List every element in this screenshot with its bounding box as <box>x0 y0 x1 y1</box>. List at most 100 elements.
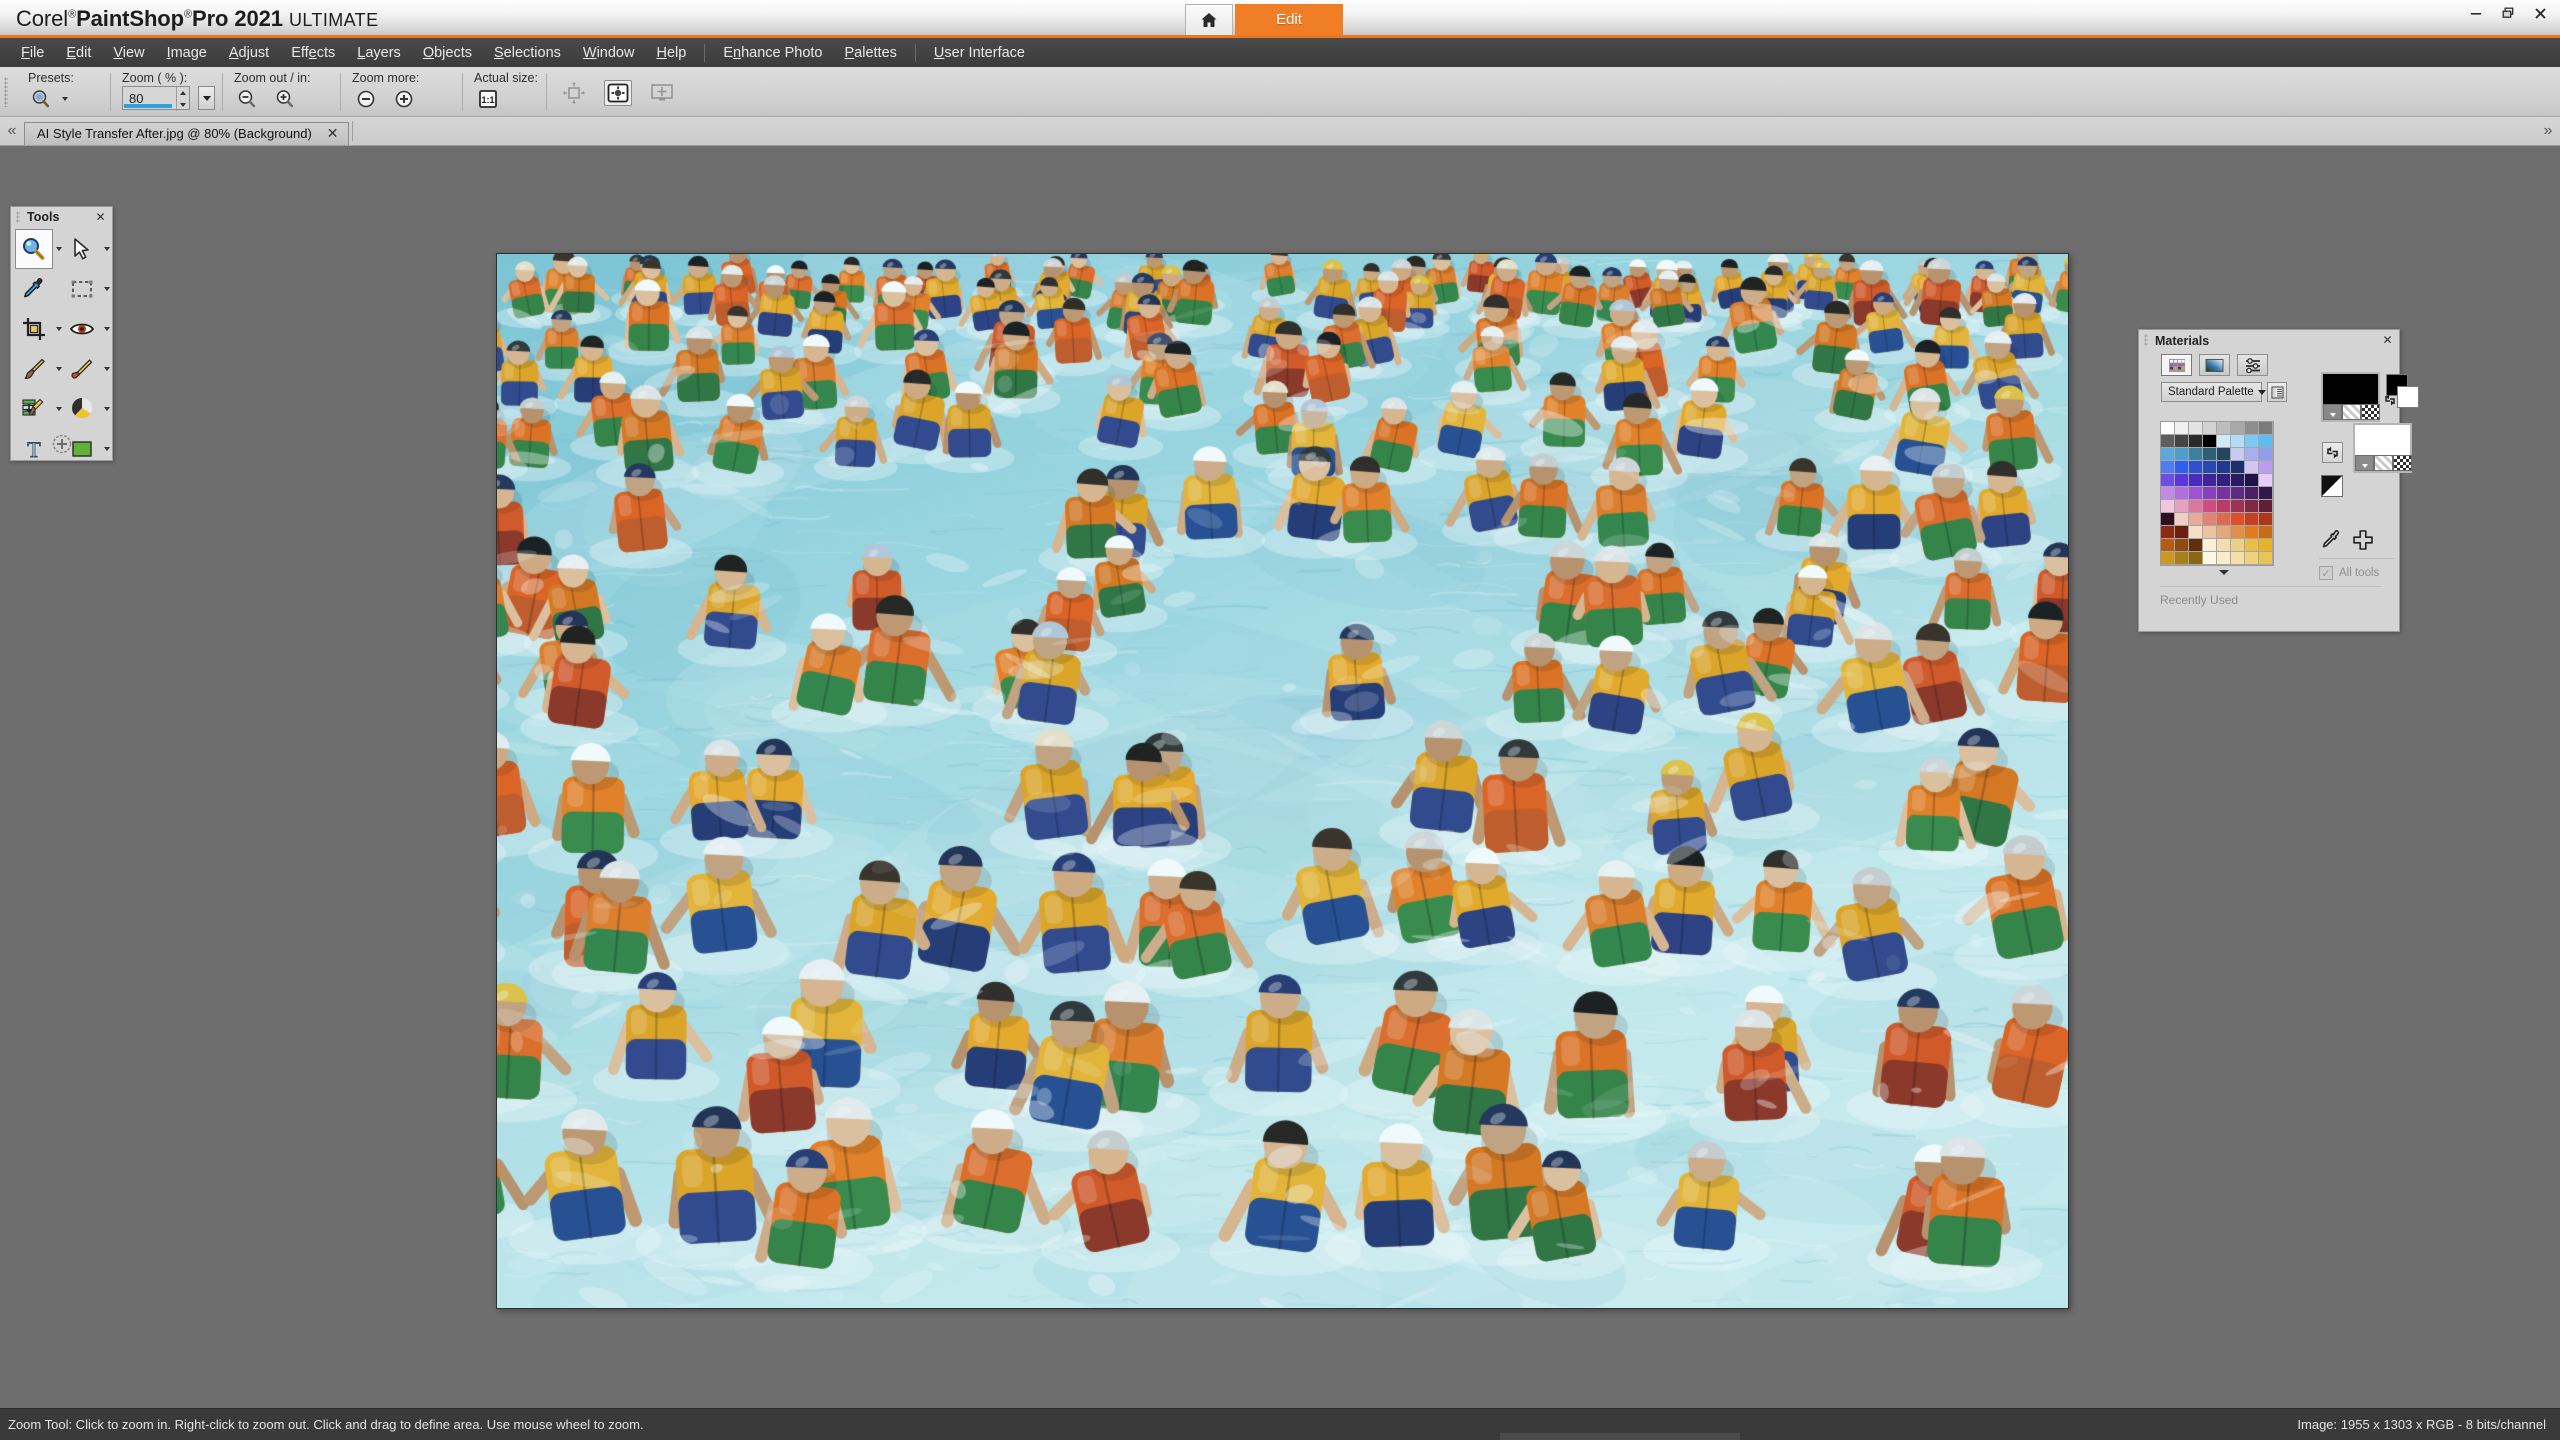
color-swatch[interactable] <box>2245 448 2259 461</box>
color-swatch[interactable] <box>2231 487 2245 500</box>
menu-objects[interactable]: Objects <box>412 41 483 65</box>
toolbar-grip[interactable] <box>4 77 8 107</box>
zoom-out-more-button[interactable] <box>352 86 380 112</box>
zoom-in-button[interactable] <box>272 86 300 112</box>
tab-edit[interactable]: Edit <box>1235 4 1343 35</box>
menu-help[interactable]: Help <box>645 41 697 65</box>
foreground-material-box[interactable] <box>2321 372 2380 422</box>
color-swatch[interactable] <box>2161 526 2175 539</box>
color-swatch[interactable] <box>2203 461 2217 474</box>
color-swatch[interactable] <box>2175 448 2189 461</box>
color-swatch[interactable] <box>2231 422 2245 435</box>
tools-palette-titlebar[interactable]: Tools ✕ <box>11 207 112 227</box>
color-swatch-grid[interactable] <box>2160 421 2274 566</box>
color-swatch[interactable] <box>2217 500 2231 513</box>
close-button[interactable] <box>2524 0 2556 26</box>
color-swatch[interactable] <box>2231 539 2245 552</box>
color-swatch[interactable] <box>2161 422 2175 435</box>
color-swatch[interactable] <box>2231 461 2245 474</box>
color-swatch[interactable] <box>2189 539 2203 552</box>
background-material-box[interactable] <box>2353 423 2412 473</box>
color-swatch[interactable] <box>2259 513 2273 526</box>
materials-palette-grip[interactable] <box>2144 334 2148 346</box>
color-swatch[interactable] <box>2161 513 2175 526</box>
selection-tool-caret-icon[interactable] <box>103 269 111 309</box>
menu-selections[interactable]: Selections <box>483 41 572 65</box>
color-swatch[interactable] <box>2245 461 2259 474</box>
color-swatch[interactable] <box>2161 435 2175 448</box>
more-tools-button[interactable] <box>11 433 112 455</box>
color-swatch[interactable] <box>2259 448 2273 461</box>
palette-select[interactable]: Standard Palette <box>2161 382 2266 402</box>
color-swatch[interactable] <box>2217 539 2231 552</box>
zoom-spinner-down[interactable] <box>177 99 189 111</box>
color-swatch[interactable] <box>2259 474 2273 487</box>
all-tools-checkbox[interactable]: ✓ <box>2319 566 2333 580</box>
color-swatch[interactable] <box>2203 448 2217 461</box>
color-swatch[interactable] <box>2231 513 2245 526</box>
background-color-button[interactable] <box>2355 455 2374 471</box>
color-swatch[interactable] <box>2175 552 2189 565</box>
menu-view[interactable]: View <box>102 41 155 65</box>
color-swatch[interactable] <box>2245 422 2259 435</box>
color-swatch[interactable] <box>2203 539 2217 552</box>
paint-brush-tool-caret-icon[interactable] <box>55 349 63 389</box>
color-swatch[interactable] <box>2259 487 2273 500</box>
swatches-tab[interactable] <box>2161 354 2192 376</box>
color-swatch[interactable] <box>2203 500 2217 513</box>
flood-fill-tool-caret-icon[interactable] <box>103 389 111 429</box>
eraser-tool-caret-icon[interactable] <box>103 349 111 389</box>
presets-icon[interactable] <box>28 86 56 112</box>
color-swatch[interactable] <box>2189 500 2203 513</box>
zoom-in-more-button[interactable] <box>390 86 418 112</box>
zoom-spinner[interactable] <box>176 87 189 111</box>
restore-button[interactable] <box>2492 0 2524 26</box>
swap-colors-small-icon[interactable] <box>2382 392 2398 408</box>
color-swatch[interactable] <box>2189 422 2203 435</box>
color-swatch[interactable] <box>2231 435 2245 448</box>
color-swatch[interactable] <box>2259 422 2273 435</box>
color-swatch[interactable] <box>2217 422 2231 435</box>
clone-brush-tool-caret-icon[interactable] <box>55 389 63 429</box>
foreground-gradient-button[interactable] <box>2342 404 2361 420</box>
color-swatch[interactable] <box>2217 526 2231 539</box>
flood-fill-tool-icon[interactable] <box>63 389 101 429</box>
tab-scroll-left-icon[interactable]: « <box>0 117 24 146</box>
color-swatch[interactable] <box>2175 487 2189 500</box>
menu-window[interactable]: Window <box>572 41 646 65</box>
color-swatch[interactable] <box>2259 461 2273 474</box>
eraser-tool-icon[interactable] <box>63 349 101 389</box>
tools-palette-close-icon[interactable]: ✕ <box>93 209 108 224</box>
color-swatch[interactable] <box>2175 435 2189 448</box>
color-swatch[interactable] <box>2175 422 2189 435</box>
gradient-tab[interactable] <box>2199 354 2230 376</box>
menu-enhance-photo[interactable]: Enhance Photo <box>712 41 833 65</box>
color-swatch[interactable] <box>2161 552 2175 565</box>
color-swatch[interactable] <box>2245 435 2259 448</box>
color-swatch[interactable] <box>2161 539 2175 552</box>
foreground-pattern-button[interactable] <box>2361 404 2380 420</box>
color-swatch[interactable] <box>2189 552 2203 565</box>
materials-palette-titlebar[interactable]: Materials ✕ <box>2139 330 2399 352</box>
zoom-tool-icon[interactable] <box>15 229 53 269</box>
color-swatch[interactable] <box>2175 526 2189 539</box>
crop-tool-caret-icon[interactable] <box>55 309 63 349</box>
add-material-icon[interactable] <box>2351 528 2375 552</box>
color-swatch[interactable] <box>2203 526 2217 539</box>
color-swatch[interactable] <box>2217 435 2231 448</box>
transparent-material-toggle[interactable] <box>2321 475 2343 497</box>
color-swatch[interactable] <box>2161 461 2175 474</box>
color-swatch[interactable] <box>2259 500 2273 513</box>
background-pattern-button[interactable] <box>2393 455 2412 471</box>
red-eye-tool-icon[interactable] <box>63 309 101 349</box>
paint-brush-tool-icon[interactable] <box>15 349 53 389</box>
color-swatch[interactable] <box>2231 500 2245 513</box>
color-swatch[interactable] <box>2245 552 2259 565</box>
color-swatch[interactable] <box>2203 422 2217 435</box>
color-swatch[interactable] <box>2161 474 2175 487</box>
menu-effects[interactable]: Effects <box>280 41 346 65</box>
color-swatch[interactable] <box>2189 513 2203 526</box>
color-swatch[interactable] <box>2245 513 2259 526</box>
menu-layers[interactable]: Layers <box>346 41 412 65</box>
color-swatch[interactable] <box>2189 487 2203 500</box>
